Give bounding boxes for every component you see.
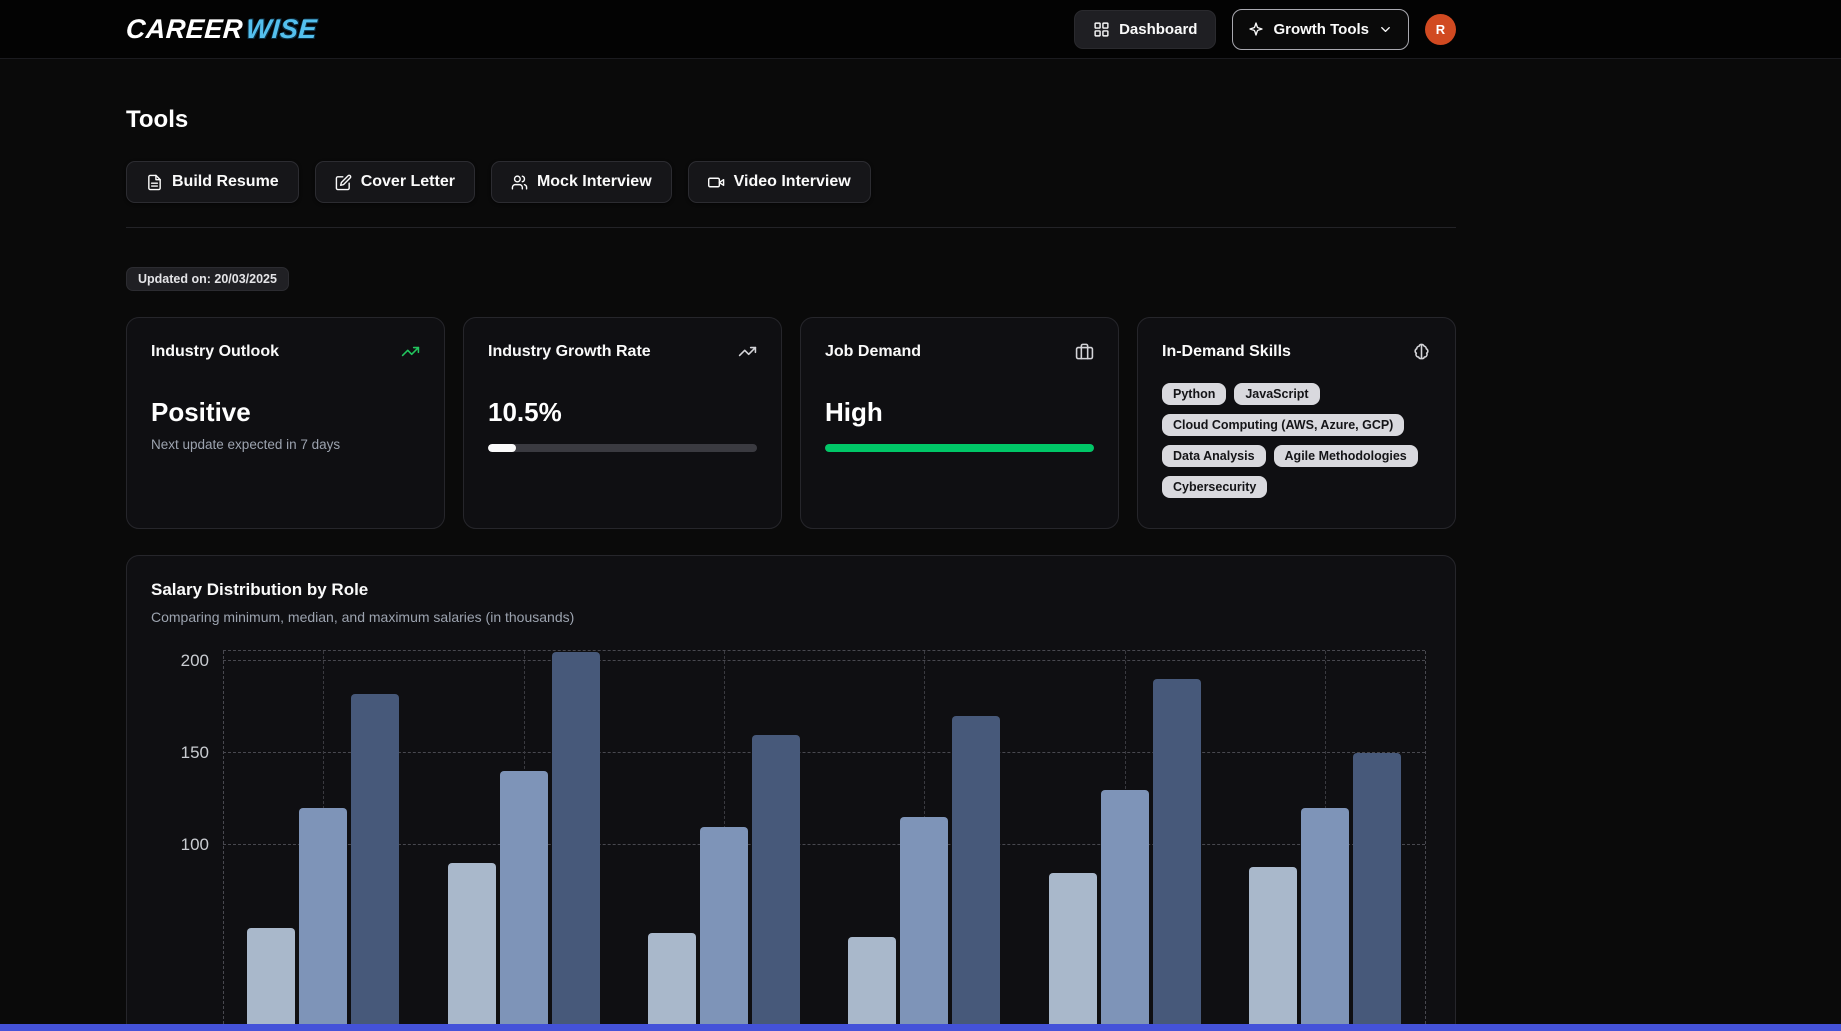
dashboard-button-label: Dashboard xyxy=(1119,21,1197,38)
build-resume-button[interactable]: Build Resume xyxy=(126,161,299,203)
video-interview-button[interactable]: Video Interview xyxy=(688,161,871,203)
job-demand-card: Job Demand High xyxy=(800,317,1119,529)
cover-letter-label: Cover Letter xyxy=(361,173,455,191)
trending-up-icon xyxy=(401,342,420,361)
industry-growth-card: Industry Growth Rate 10.5% xyxy=(463,317,782,529)
briefcase-icon xyxy=(1075,342,1094,361)
user-avatar[interactable]: R xyxy=(1425,14,1456,45)
build-resume-label: Build Resume xyxy=(172,173,279,191)
updated-on-badge: Updated on: 20/03/2025 xyxy=(126,267,289,291)
dashboard-button[interactable]: Dashboard xyxy=(1074,10,1216,49)
tools-heading: Tools xyxy=(126,106,1456,134)
user-avatar-initial: R xyxy=(1436,22,1445,37)
industry-outlook-value: Positive xyxy=(151,397,420,428)
demand-progress-track xyxy=(825,444,1094,452)
brain-icon xyxy=(1412,342,1431,361)
bar-minimum-role-5 xyxy=(1049,873,1097,1029)
bar-maximum-role-3 xyxy=(752,735,800,1029)
plot-border-right xyxy=(1425,651,1426,1029)
bar-median-role-6 xyxy=(1301,808,1349,1029)
bar-minimum-role-4 xyxy=(848,937,896,1029)
in-demand-skills-card: In-Demand Skills Python JavaScript Cloud C… xyxy=(1137,317,1456,529)
salary-bar-chart: 200 150 100 xyxy=(151,643,1433,1029)
mock-interview-label: Mock Interview xyxy=(537,173,652,191)
plot-border-top xyxy=(223,650,1425,651)
logo-career-text: CAREER xyxy=(125,14,244,44)
y-axis-label: 200 xyxy=(151,651,209,671)
bar-median-role-1 xyxy=(299,808,347,1029)
growth-tools-button[interactable]: Growth Tools xyxy=(1232,9,1409,50)
pen-square-icon xyxy=(335,174,352,191)
plot-border-left xyxy=(223,651,224,1029)
tools-button-row: Build Resume Cover Letter Mock Interview… xyxy=(126,161,1456,203)
bar-maximum-role-4 xyxy=(952,716,1000,1029)
industry-outlook-card: Industry Outlook Positive Next update ex… xyxy=(126,317,445,529)
skill-tag: Agile Methodologies xyxy=(1274,445,1418,467)
app-logo[interactable]: CAREERWISE xyxy=(125,14,318,45)
top-nav: CAREERWISE Dashboard Growth Tools R xyxy=(0,0,1841,59)
y-axis-label: 150 xyxy=(151,743,209,763)
skill-tags-container: Python JavaScript Cloud Computing (AWS, Az… xyxy=(1162,383,1431,498)
header-actions: Dashboard Growth Tools R xyxy=(1074,9,1456,50)
bar-maximum-role-5 xyxy=(1153,679,1201,1029)
logo-wise-text: WISE xyxy=(245,14,318,44)
gridline-horizontal xyxy=(223,660,1425,661)
chart-subtitle: Comparing minimum, median, and maximum s… xyxy=(151,609,1431,625)
bottom-scrollbar-strip[interactable] xyxy=(0,1024,1841,1031)
bar-maximum-role-1 xyxy=(351,694,399,1029)
in-demand-skills-title: In-Demand Skills xyxy=(1162,343,1291,361)
cover-letter-button[interactable]: Cover Letter xyxy=(315,161,475,203)
bar-median-role-3 xyxy=(700,827,748,1029)
video-interview-label: Video Interview xyxy=(734,173,851,191)
layout-grid-icon xyxy=(1093,21,1110,38)
file-text-icon xyxy=(146,174,163,191)
bar-maximum-role-2 xyxy=(552,652,600,1029)
y-axis-label: 100 xyxy=(151,835,209,855)
skill-tag: Cybersecurity xyxy=(1162,476,1267,498)
section-divider xyxy=(126,227,1456,228)
stat-cards-row: Industry Outlook Positive Next update ex… xyxy=(126,317,1456,529)
bar-median-role-5 xyxy=(1101,790,1149,1029)
industry-outlook-subtext: Next update expected in 7 days xyxy=(151,437,420,452)
gridline-horizontal xyxy=(223,752,1425,753)
chevron-down-icon xyxy=(1378,22,1393,37)
trending-up-icon xyxy=(738,342,757,361)
job-demand-title: Job Demand xyxy=(825,343,921,361)
industry-growth-title: Industry Growth Rate xyxy=(488,343,651,361)
job-demand-value: High xyxy=(825,397,1094,428)
salary-distribution-card: Salary Distribution by Role Comparing mi… xyxy=(126,555,1456,1031)
gridline-horizontal xyxy=(223,844,1425,845)
demand-progress-fill xyxy=(825,444,1094,452)
bar-minimum-role-2 xyxy=(448,863,496,1029)
industry-growth-value: 10.5% xyxy=(488,397,757,428)
growth-tools-button-label: Growth Tools xyxy=(1273,21,1369,38)
bar-median-role-2 xyxy=(500,771,548,1029)
video-icon xyxy=(708,174,725,191)
bar-minimum-role-3 xyxy=(648,933,696,1029)
skill-tag: Cloud Computing (AWS, Azure, GCP) xyxy=(1162,414,1404,436)
growth-progress-track xyxy=(488,444,757,452)
sparkles-icon xyxy=(1248,21,1264,37)
industry-outlook-title: Industry Outlook xyxy=(151,343,279,361)
skill-tag: Python xyxy=(1162,383,1226,405)
bar-maximum-role-6 xyxy=(1353,753,1401,1029)
bar-minimum-role-1 xyxy=(247,928,295,1029)
skill-tag: Data Analysis xyxy=(1162,445,1266,467)
users-icon xyxy=(511,174,528,191)
chart-title: Salary Distribution by Role xyxy=(151,580,1431,600)
bar-median-role-4 xyxy=(900,817,948,1029)
growth-progress-fill xyxy=(488,444,516,452)
mock-interview-button[interactable]: Mock Interview xyxy=(491,161,672,203)
skill-tag: JavaScript xyxy=(1234,383,1319,405)
bar-minimum-role-6 xyxy=(1249,867,1297,1029)
